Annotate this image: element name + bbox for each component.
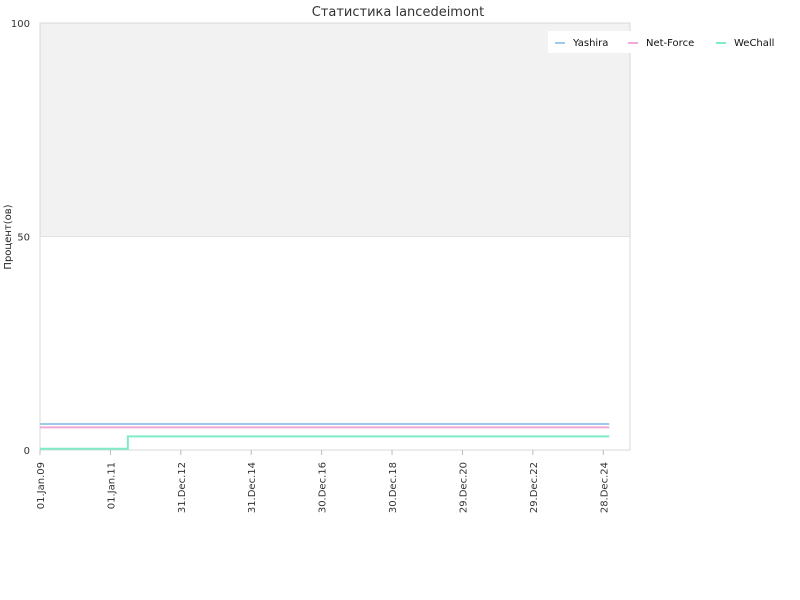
x-tick-label: 29.Dec.20 [458, 462, 469, 513]
x-tick-label: 31.Dec.14 [247, 462, 258, 513]
x-tick-label: 01.Jan.09 [36, 462, 47, 509]
x-tick-label: 01.Jan.11 [106, 462, 117, 509]
y-axis-label: Процент(ов) [3, 204, 14, 269]
chart: Статистика lancedeimont 0 50 100 01.Jan.09… [0, 0, 800, 600]
chart-title: Статистика lancedeimont [312, 5, 485, 20]
x-tick-label: 30.Dec.18 [388, 462, 399, 513]
legend-label-net-force: Net-Force [646, 38, 694, 49]
y-tick-label: 50 [17, 233, 30, 244]
y-tick-label: 0 [24, 446, 30, 457]
legend-label-yashira: Yashira [572, 38, 608, 49]
legend-label-wechall: WeChall [734, 38, 774, 49]
upper-band [40, 23, 630, 237]
x-tick-label: 30.Dec.16 [318, 462, 329, 513]
x-tick-label: 29.Dec.22 [529, 462, 540, 513]
x-tick-label: 28.Dec.24 [599, 462, 610, 513]
x-tick-label: 31.Dec.12 [177, 462, 188, 513]
y-tick-label: 100 [11, 19, 30, 30]
